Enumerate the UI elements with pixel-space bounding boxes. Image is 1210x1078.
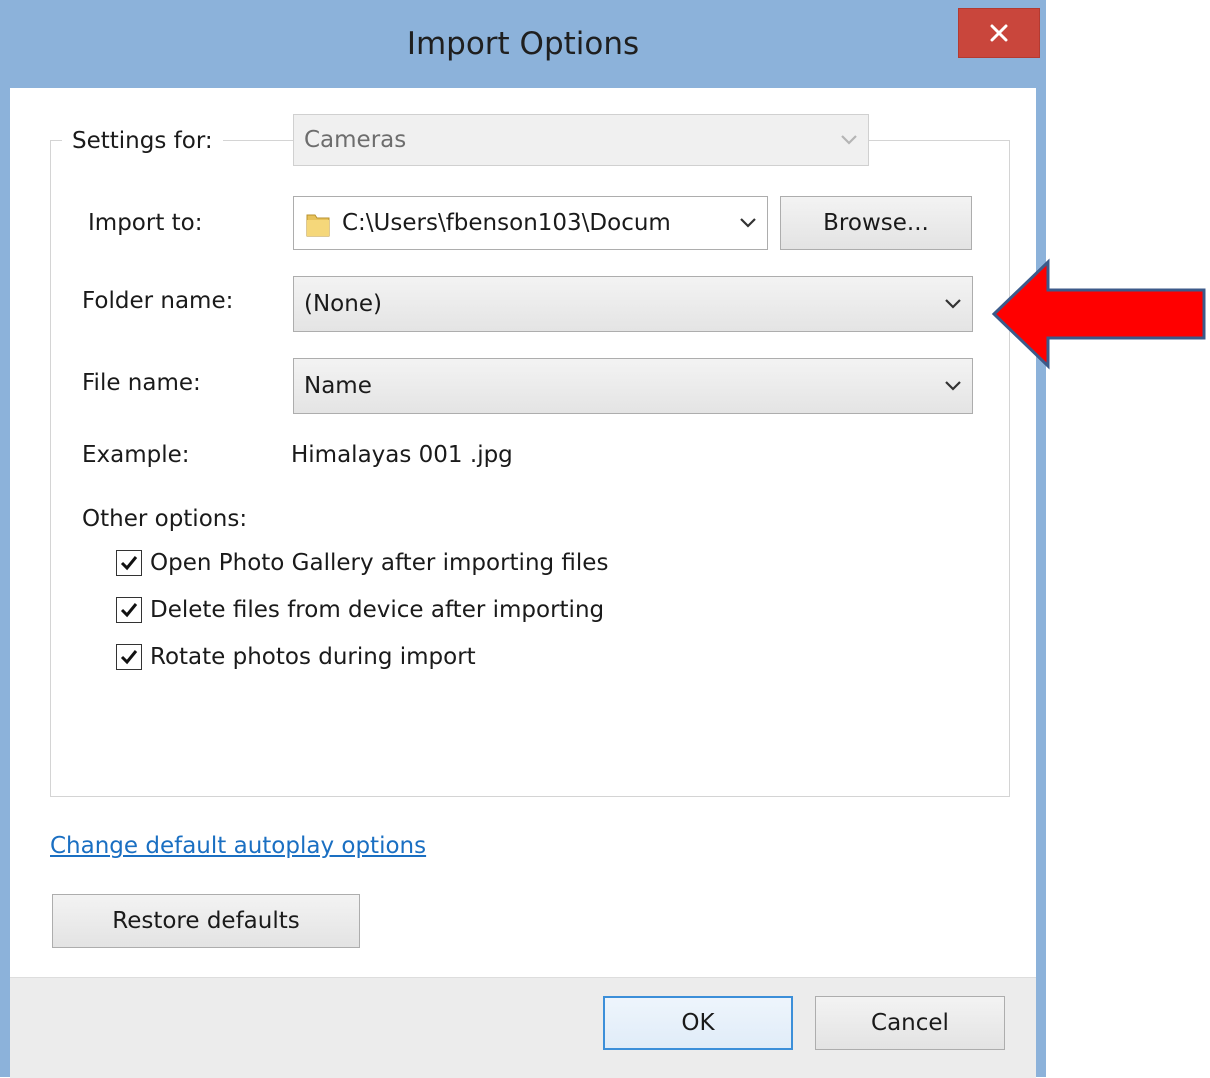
browse-button[interactable]: Browse... <box>780 196 972 250</box>
option-label: Rotate photos during import <box>150 644 476 670</box>
import-to-dropdown[interactable]: C:\Users\fbenson103\Docum <box>293 196 768 250</box>
ok-button[interactable]: OK <box>603 996 793 1050</box>
window-title: Import Options <box>406 26 640 62</box>
example-label: Example: <box>82 442 190 468</box>
change-autoplay-link[interactable]: Change default autoplay options <box>50 833 426 859</box>
file-name-label: File name: <box>82 370 201 396</box>
dialog-body: Settings for: Cameras Import to: C:\User… <box>10 88 1036 1078</box>
option-label: Open Photo Gallery after importing files <box>150 550 609 576</box>
chevron-down-icon <box>729 217 767 229</box>
folder-icon <box>306 209 330 237</box>
title-bar[interactable]: Import Options <box>0 0 1046 88</box>
cancel-button[interactable]: Cancel <box>815 996 1005 1050</box>
example-value: Himalayas 001 .jpg <box>291 442 513 468</box>
import-to-value: C:\Users\fbenson103\Docum <box>342 210 671 236</box>
arrow-left-icon <box>991 258 1206 370</box>
chevron-down-icon <box>934 298 972 310</box>
checkmark-icon <box>120 603 138 618</box>
settings-for-dropdown[interactable]: Cameras <box>293 114 869 166</box>
checkbox[interactable] <box>116 597 142 623</box>
checkbox[interactable] <box>116 644 142 670</box>
folder-name-label: Folder name: <box>82 288 234 314</box>
chevron-down-icon <box>830 134 868 146</box>
close-icon <box>990 24 1008 42</box>
dialog-footer: OK Cancel <box>10 977 1036 1078</box>
other-options-label: Other options: <box>82 506 248 532</box>
chevron-down-icon <box>934 380 972 392</box>
folder-name-value: (None) <box>304 291 382 317</box>
import-options-dialog: Import Options Settings for: Cameras Imp… <box>0 0 1046 1078</box>
folder-name-dropdown[interactable]: (None) <box>293 276 973 332</box>
import-to-label: Import to: <box>88 210 203 236</box>
restore-defaults-button[interactable]: Restore defaults <box>52 894 360 948</box>
file-name-value: Name <box>304 373 372 399</box>
close-button[interactable] <box>958 8 1040 58</box>
settings-for-label: Settings for: <box>62 126 223 156</box>
settings-for-value: Cameras <box>304 127 407 153</box>
checkbox[interactable] <box>116 550 142 576</box>
checkmark-icon <box>120 556 138 571</box>
option-label: Delete files from device after importing <box>150 597 605 623</box>
option-rotate-photos[interactable]: Rotate photos during import <box>116 644 476 670</box>
checkmark-icon <box>120 650 138 665</box>
option-open-gallery[interactable]: Open Photo Gallery after importing files <box>116 550 608 576</box>
file-name-dropdown[interactable]: Name <box>293 358 973 414</box>
option-delete-files[interactable]: Delete files from device after importing <box>116 597 604 623</box>
